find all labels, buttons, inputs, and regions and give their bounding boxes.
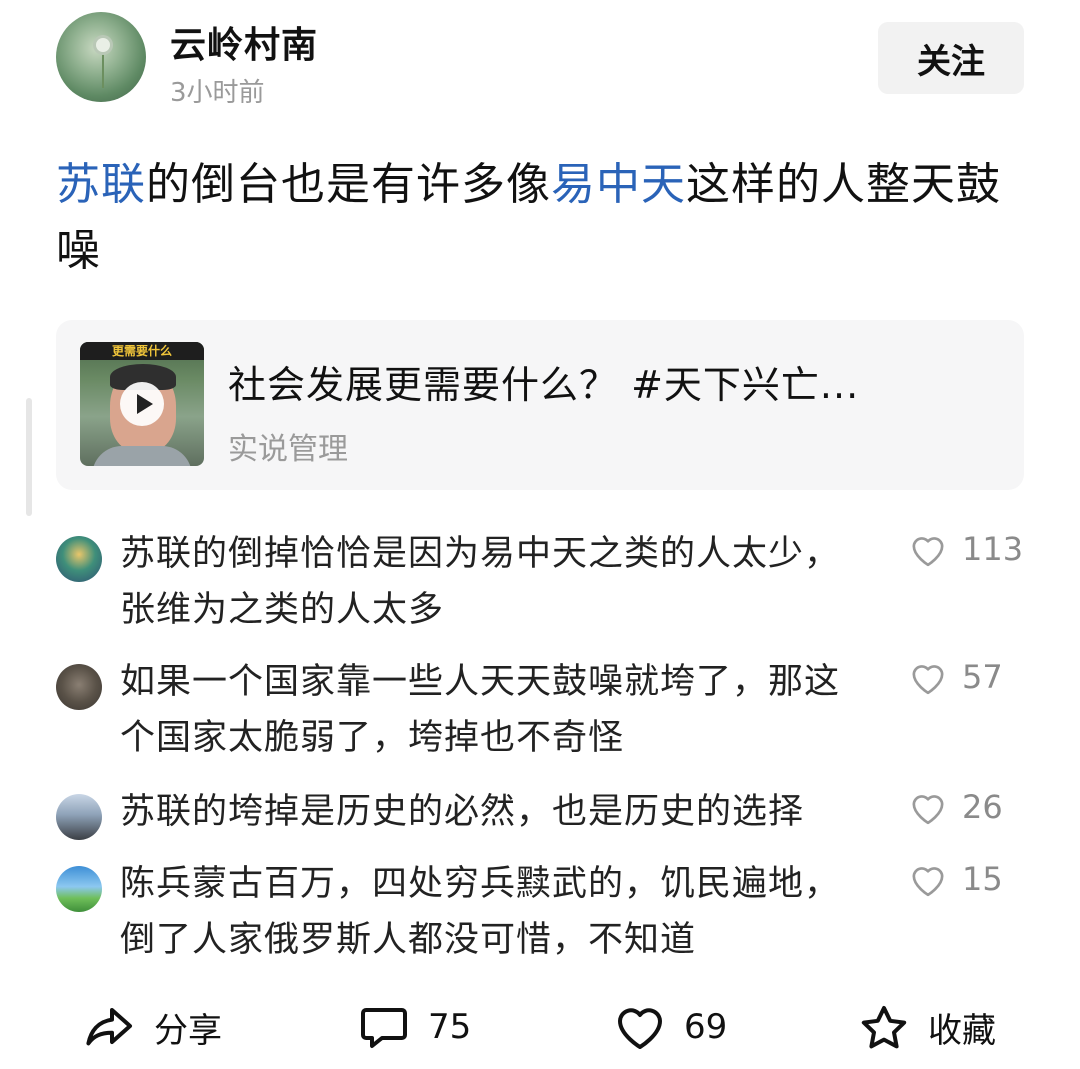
text-fade-overlay [786, 912, 846, 968]
avatar-stem [102, 52, 104, 88]
commenter-avatar[interactable] [56, 866, 102, 912]
heart-icon [912, 537, 944, 567]
comment-like-button[interactable]: 26 [908, 788, 1003, 826]
author-avatar[interactable] [56, 12, 146, 102]
heart-icon [618, 1008, 662, 1049]
commenter-avatar[interactable] [56, 664, 102, 710]
collect-label: 收藏 [928, 1010, 996, 1051]
heart-icon [912, 795, 944, 825]
star-icon [861, 1006, 907, 1049]
share-label: 分享 [154, 1010, 222, 1051]
share-icon [86, 1008, 132, 1046]
comment-like-count: 57 [962, 658, 1003, 696]
video-source: 实说管理 [228, 432, 348, 467]
comment-text: 陈兵蒙古百万，四处穷兵黩武的，饥民遍地，倒了人家俄罗斯人都没可惜，不知道 [120, 864, 841, 960]
collect-button[interactable]: 收藏 [858, 1002, 996, 1052]
post-time: 3小时前 [170, 78, 265, 108]
comment-count: 75 [428, 1007, 472, 1047]
video-title[interactable]: 社会发展更需要什么？ #天下兴亡... [228, 354, 988, 409]
video-card[interactable]: 更需要什么 社会发展更需要什么？ #天下兴亡... 实说管理 [56, 320, 1024, 490]
like-button[interactable]: 69 [614, 1002, 727, 1052]
topic-link-yizhongtian[interactable]: 易中天 [551, 159, 686, 210]
comment-like-button[interactable]: 57 [908, 658, 1003, 696]
comment-button[interactable]: 75 [358, 1002, 471, 1052]
avatar-flower [96, 38, 110, 52]
comment-text: 苏联的倒掉恰恰是因为易中天之类的人太少，张维为之类的人太多 [120, 534, 841, 630]
post-text-segment: 的倒台也是有许多像 [146, 159, 551, 210]
post-content: 苏联的倒台也是有许多像易中天这样的人整天鼓噪 [56, 152, 1036, 284]
comment-like-count: 113 [962, 530, 1024, 568]
commenter-avatar[interactable] [56, 794, 102, 840]
heart-icon [912, 665, 944, 695]
post-header: 云岭村南 3小时前 关注 [0, 0, 1080, 120]
comment-like-button[interactable]: 15 [908, 860, 1003, 898]
action-bar: 分享 75 69 收藏 [0, 996, 1080, 1069]
share-button[interactable]: 分享 [84, 1002, 222, 1052]
video-thumbnail[interactable]: 更需要什么 [80, 342, 204, 466]
scroll-indicator [26, 398, 32, 516]
thumbnail-shirt [92, 446, 192, 466]
commenter-avatar[interactable] [56, 536, 102, 582]
comment-like-count: 26 [962, 788, 1003, 826]
follow-button[interactable]: 关注 [878, 22, 1024, 94]
comment-like-button[interactable]: 113 [908, 530, 1023, 568]
author-name[interactable]: 云岭村南 [170, 16, 318, 68]
comment-text: 如果一个国家靠一些人天天鼓噪就垮了，那这个国家太脆弱了，垮掉也不奇怪 [120, 662, 841, 758]
comment-text: 苏联的垮掉是历史的必然，也是历史的选择 [120, 792, 805, 832]
like-count: 69 [684, 1007, 728, 1047]
thumbnail-banner: 更需要什么 [80, 342, 204, 360]
heart-icon [912, 867, 944, 897]
comment-like-count: 15 [962, 860, 1003, 898]
comment-icon [361, 1008, 407, 1048]
play-icon[interactable] [120, 382, 164, 426]
topic-link-sulian[interactable]: 苏联 [56, 159, 146, 210]
